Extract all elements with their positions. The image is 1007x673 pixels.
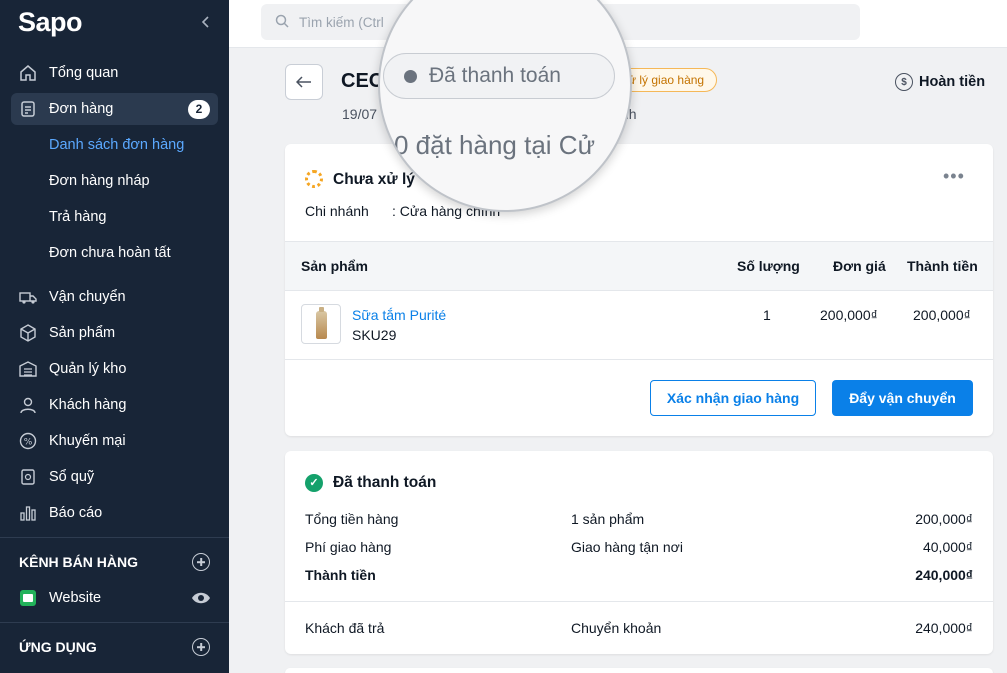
percent-icon: % [19,432,37,450]
product-quantity: 1 [763,307,771,323]
sidebar-item-products[interactable]: Sản phẩm [11,317,218,349]
chevron-left-icon[interactable] [198,12,214,32]
sidebar-subitem-returns[interactable]: Trả hàng [49,209,107,225]
payment-card: ✓ Đã thanh toán Tổng tiền hàng 1 sản phẩ… [285,451,993,654]
sidebar-item-label: Quản lý kho [49,361,127,377]
add-app-icon[interactable] [192,638,210,656]
shipping-fee-label: Phí giao hàng [305,539,392,555]
product-table-header: Sản phẩm Số lượng Đơn giá Thành tiền [285,241,993,291]
truck-icon [19,288,37,306]
product-thumbnail [301,304,341,344]
fulfillment-card: Chưa xử lý ••• Chi nhánh : Cửa hàng chín… [285,144,993,436]
sidebar-item-website[interactable]: Website [11,582,218,614]
sidebar-subitem-incomplete-orders[interactable]: Đơn chưa hoàn tất [49,245,171,261]
column-header-quantity: Số lượng [737,258,800,274]
subtotal-items: 1 sản phẩm [571,511,645,527]
sidebar-item-label: Sản phẩm [49,325,116,341]
subtotal-label: Tổng tiền hàng [305,511,399,527]
sidebar-divider [0,537,229,538]
order-icon [19,100,37,118]
payment-method: Chuyển khoản [571,620,662,636]
home-icon [19,64,37,82]
add-channel-icon[interactable] [192,553,210,571]
sidebar-item-label: Sổ quỹ [49,469,95,485]
sidebar-item-reports[interactable]: Báo cáo [11,497,218,529]
next-card [285,668,993,673]
sidebar-item-promotions[interactable]: % Khuyến mại [11,425,218,457]
user-icon [19,396,37,414]
sidebar-item-cashbook[interactable]: Sổ quỹ [11,461,218,493]
sidebar-item-inventory[interactable]: Quản lý kho [11,353,218,385]
paid-value: 240,000₫ [915,620,973,636]
sapo-logo[interactable]: Sapo [18,7,83,38]
grand-total-value: 240,000₫ [915,567,973,583]
subtotal-value: 200,000₫ [915,511,973,527]
status-dot-icon [404,69,417,83]
warehouse-icon [19,360,37,378]
grand-total-label: Thành tiền [305,567,376,583]
sidebar-item-label: Vận chuyển [49,289,126,305]
refund-button[interactable]: $ Hoàn tiền [895,73,985,91]
order-source-text: 0 đặt hàng tại Cử [394,130,595,160]
payment-status-badge: Đã thanh toán [383,53,615,99]
pending-icon [305,170,323,188]
sidebar-item-orders[interactable]: Đơn hàng 2 [11,93,218,125]
sidebar-item-label: Đơn hàng [49,101,114,117]
more-options-icon[interactable]: ••• [943,166,965,187]
fulfillment-title: Chưa xử lý [333,171,415,188]
sidebar: Sapo Tổng quan Đơn hàng 2 Danh sách đơn … [0,0,229,673]
sidebar-divider [0,622,229,623]
shipping-method: Giao hàng tận nơi [571,539,683,555]
product-unit-price: 200,000₫ [820,307,878,323]
row-divider [285,359,993,360]
order-date: 19/07 [342,106,378,122]
back-button[interactable] [285,64,323,100]
order-count-badge: 2 [188,100,210,119]
sidebar-subitem-order-list[interactable]: Danh sách đơn hàng [49,137,184,153]
paid-label: Khách đã trả [305,620,385,636]
website-icon [19,589,37,607]
svg-text:%: % [24,438,33,448]
sidebar-item-shipping[interactable]: Vận chuyển [11,281,218,313]
sidebar-item-label: Báo cáo [49,505,103,521]
column-header-unit-price: Đơn giá [833,258,886,274]
sidebar-item-customers[interactable]: Khách hàng [11,389,218,421]
cashbook-icon [19,468,37,486]
confirm-delivery-button[interactable]: Xác nhận giao hàng [650,380,816,416]
box-icon [19,324,37,342]
refund-icon: $ [895,73,913,91]
sidebar-item-label: Tổng quan [49,65,119,81]
search-icon [275,14,289,31]
payment-status-text: Đã thanh toán [429,64,561,87]
shipping-fee-value: 40,000₫ [922,539,973,555]
sales-channel-title: KÊNH BÁN HÀNG [19,554,138,570]
sidebar-subitem-draft-orders[interactable]: Đơn hàng nháp [49,173,150,189]
payment-title: Đã thanh toán [333,474,437,491]
push-shipping-button[interactable]: Đẩy vận chuyển [832,380,973,416]
apps-title: ỨNG DỤNG [19,639,97,655]
column-header-product: Sản phẩm [301,258,368,274]
search-placeholder: Tìm kiếm (Ctrl [299,14,384,30]
row-divider [285,601,993,602]
column-header-total: Thành tiền [907,258,978,274]
branch-label: Chi nhánh [305,203,369,219]
sidebar-item-overview[interactable]: Tổng quan [11,57,218,89]
product-sku: SKU29 [352,327,397,343]
sidebar-item-label: Website [49,590,102,606]
sidebar-item-label: Khách hàng [49,397,127,413]
product-total: 200,000₫ [913,307,971,323]
product-name-link[interactable]: Sữa tắm Purité [352,307,446,323]
eye-icon[interactable] [191,590,211,611]
chart-icon [19,504,37,522]
check-circle-icon: ✓ [305,474,323,492]
sidebar-item-label: Khuyến mại [49,433,126,449]
refund-label: Hoàn tiền [919,74,986,90]
